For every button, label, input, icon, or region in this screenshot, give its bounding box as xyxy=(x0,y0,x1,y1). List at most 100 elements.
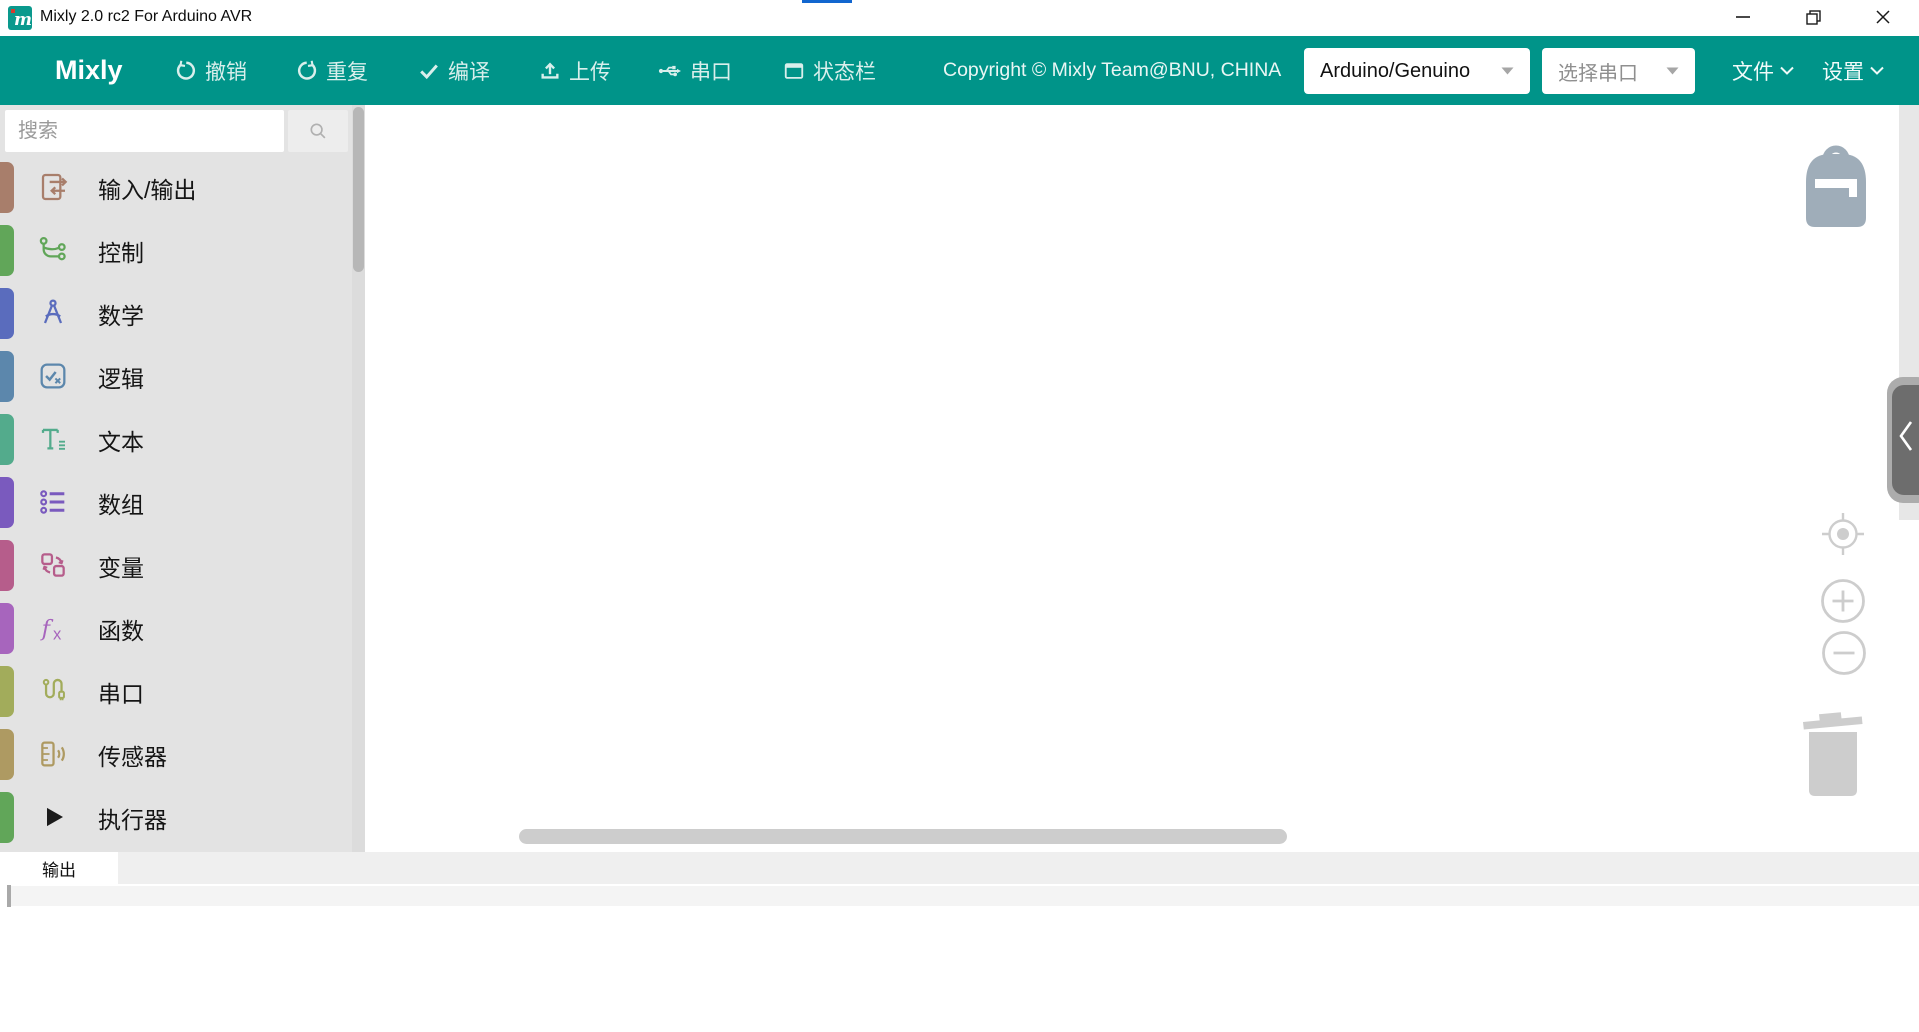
settings-menu-label: 设置 xyxy=(1822,56,1864,86)
restore-button[interactable] xyxy=(1785,0,1841,34)
magnifier-icon xyxy=(307,120,329,142)
tab-output[interactable]: 输出 xyxy=(0,852,118,884)
category-color-bar xyxy=(0,729,14,780)
redo-button[interactable]: 重复 xyxy=(296,36,368,105)
undo-button[interactable]: 撤销 xyxy=(175,36,247,105)
restore-icon xyxy=(1806,10,1821,25)
title-bar: m Mixly 2.0 rc2 For Arduino AVR xyxy=(0,0,1919,36)
category-color-bar xyxy=(0,792,14,843)
sidebar-item-logic[interactable]: 逻辑 xyxy=(0,345,351,408)
upload-label: 上传 xyxy=(569,56,611,86)
category-label: 串口 xyxy=(98,660,144,723)
check-icon xyxy=(418,60,440,82)
upload-button[interactable]: 上传 xyxy=(539,36,611,105)
logic-icon xyxy=(37,360,69,392)
sidebar-item-math[interactable]: 数学 xyxy=(0,282,351,345)
sidebar-item-io[interactable]: 输入/输出 xyxy=(0,156,351,219)
category-label: 逻辑 xyxy=(98,345,144,408)
accent-line xyxy=(802,0,852,3)
statusbar-label: 状态栏 xyxy=(813,56,876,86)
block-category-sidebar: 输入/输出 控制 xyxy=(0,105,365,852)
category-color-bar xyxy=(0,351,14,402)
undo-icon xyxy=(175,60,197,82)
target-icon xyxy=(1820,511,1866,557)
chevron-down-icon xyxy=(1501,67,1514,75)
minus-icon xyxy=(1821,630,1867,676)
svg-text:m: m xyxy=(14,10,32,30)
upload-icon xyxy=(539,60,561,82)
category-color-bar xyxy=(0,603,14,654)
sidebar-item-control[interactable]: 控制 xyxy=(0,219,351,282)
category-color-bar xyxy=(0,477,14,528)
port-select[interactable]: 选择串口 xyxy=(1542,48,1695,94)
close-icon xyxy=(1876,10,1890,24)
mixly-app-window: m Mixly 2.0 rc2 For Arduino AVR Mixly xyxy=(0,0,1919,1032)
sidebar-item-function[interactable]: f x 函数 xyxy=(0,597,351,660)
window-icon xyxy=(783,60,805,82)
redo-label: 重复 xyxy=(326,56,368,86)
compile-label: 编译 xyxy=(448,56,490,86)
chevron-down-icon xyxy=(1666,67,1679,75)
window-title: Mixly 2.0 rc2 For Arduino AVR xyxy=(40,8,252,26)
category-label: 数组 xyxy=(98,471,144,534)
sidebar-item-variable[interactable]: 变量 xyxy=(0,534,351,597)
brand-mixly[interactable]: Mixly xyxy=(55,36,123,105)
list-icon xyxy=(37,486,69,518)
board-select[interactable]: Arduino/Genuino xyxy=(1304,48,1530,94)
backpack-icon[interactable] xyxy=(1804,136,1868,228)
category-color-bar xyxy=(0,162,14,213)
chevron-down-icon xyxy=(1870,66,1884,75)
trash-icon[interactable] xyxy=(1801,706,1865,798)
sidebar-item-actuator[interactable]: 执行器 xyxy=(0,786,351,849)
code-panel-toggle[interactable] xyxy=(1887,377,1919,503)
minimize-button[interactable] xyxy=(1715,0,1771,34)
sidebar-item-array[interactable]: 数组 xyxy=(0,471,351,534)
category-label: 控制 xyxy=(98,219,144,282)
category-label: 输入/输出 xyxy=(98,156,196,219)
settings-menu[interactable]: 设置 xyxy=(1822,36,1884,105)
cable-icon xyxy=(37,675,69,707)
output-console[interactable] xyxy=(0,884,1919,1032)
redo-icon xyxy=(296,60,318,82)
io-icon xyxy=(37,171,69,203)
zoom-in-button[interactable] xyxy=(1820,578,1866,629)
compile-button[interactable]: 编译 xyxy=(418,36,490,105)
main-toolbar: Mixly 撤销 重复 编译 xyxy=(0,36,1919,105)
search-button[interactable] xyxy=(288,110,348,152)
file-menu[interactable]: 文件 xyxy=(1732,36,1794,105)
text-icon xyxy=(37,423,69,455)
usb-icon xyxy=(658,59,682,83)
minimize-icon xyxy=(1736,16,1750,18)
sidebar-scrollbar-thumb[interactable] xyxy=(353,107,364,272)
category-label: 变量 xyxy=(98,534,144,597)
zoom-reset-button[interactable] xyxy=(1820,511,1866,562)
board-select-value: Arduino/Genuino xyxy=(1320,60,1470,83)
swap-icon xyxy=(37,549,69,581)
close-button[interactable] xyxy=(1855,0,1911,34)
chevron-left-icon xyxy=(1897,418,1915,454)
sidebar-scrollbar-track xyxy=(352,105,365,852)
category-label: 执行器 xyxy=(98,786,167,849)
category-label: 文本 xyxy=(98,408,144,471)
file-menu-label: 文件 xyxy=(1732,56,1774,86)
bottom-tab-bar: 输出 xyxy=(0,852,1919,884)
serial-label: 串口 xyxy=(690,56,732,86)
category-color-bar xyxy=(0,414,14,465)
sidebar-item-text[interactable]: 文本 xyxy=(0,408,351,471)
text-caret xyxy=(7,885,11,907)
workspace-canvas[interactable] xyxy=(365,105,1919,852)
sidebar-item-serial[interactable]: 串口 xyxy=(0,660,351,723)
category-color-bar xyxy=(0,666,14,717)
sidebar-item-sensor[interactable]: 传感器 xyxy=(0,723,351,786)
play-icon xyxy=(37,801,69,833)
search-input[interactable] xyxy=(5,110,284,152)
output-current-line xyxy=(10,886,1919,906)
category-color-bar xyxy=(0,225,14,276)
zoom-out-button[interactable] xyxy=(1821,630,1867,681)
category-label: 传感器 xyxy=(98,723,167,786)
serial-button[interactable]: 串口 xyxy=(658,36,732,105)
workspace-horizontal-scrollbar[interactable] xyxy=(519,829,1287,844)
mixly-logo-icon: m xyxy=(8,6,32,30)
category-color-bar xyxy=(0,540,14,591)
statusbar-button[interactable]: 状态栏 xyxy=(783,36,876,105)
